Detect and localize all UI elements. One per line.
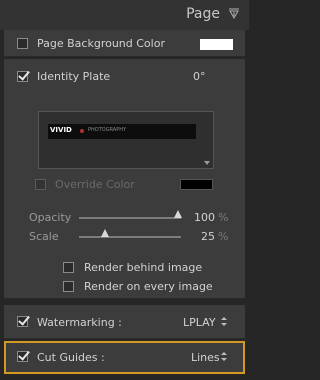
plate-logo-text: VIVID bbox=[50, 126, 72, 134]
scale-slider-track[interactable] bbox=[79, 236, 181, 238]
opacity-slider-track[interactable] bbox=[79, 217, 181, 219]
opacity-value[interactable]: 100 bbox=[194, 211, 215, 224]
opacity-unit: % bbox=[218, 211, 229, 224]
page-background-section: Page Background Color bbox=[4, 30, 245, 57]
panel-title: Page bbox=[186, 6, 220, 22]
watermarking-section: Watermarking : LPLAY bbox=[4, 305, 245, 339]
page-background-color-swatch[interactable] bbox=[200, 39, 233, 50]
scale-value[interactable]: 25 bbox=[201, 230, 215, 243]
override-color-checkbox[interactable] bbox=[35, 179, 46, 190]
override-color-swatch[interactable] bbox=[180, 179, 213, 190]
opacity-label: Opacity bbox=[29, 211, 72, 224]
identity-plate-section: Identity Plate 0° VIVID PHOTOGRAPHY Over… bbox=[4, 59, 245, 299]
override-color-label: Override Color bbox=[55, 178, 135, 191]
scale-unit: % bbox=[218, 230, 229, 243]
render-behind-label: Render behind image bbox=[84, 261, 203, 274]
page-background-checkbox[interactable] bbox=[17, 38, 28, 49]
render-behind-checkbox[interactable] bbox=[63, 262, 74, 273]
identity-plate-angle[interactable]: 0° bbox=[193, 70, 206, 83]
identity-plate-checkbox[interactable] bbox=[17, 71, 28, 82]
identity-plate-preview[interactable]: VIVID PHOTOGRAPHY bbox=[38, 111, 214, 169]
plate-subtitle-text: PHOTOGRAPHY bbox=[88, 127, 127, 133]
collapse-triangle-icon[interactable] bbox=[228, 8, 240, 20]
watermarking-dropdown-icon[interactable] bbox=[220, 316, 228, 327]
identity-plate-label: Identity Plate bbox=[37, 70, 111, 83]
scale-slider-thumb[interactable] bbox=[101, 229, 109, 237]
render-every-checkbox[interactable] bbox=[63, 281, 74, 292]
cut-guides-dropdown-icon[interactable] bbox=[220, 351, 228, 362]
page-background-label: Page Background Color bbox=[37, 37, 165, 50]
render-every-label: Render on every image bbox=[84, 280, 213, 293]
scale-label: Scale bbox=[29, 230, 59, 243]
cut-guides-value[interactable]: Lines bbox=[191, 351, 220, 364]
watermarking-value[interactable]: LPLAY bbox=[183, 316, 216, 329]
cut-guides-section: Cut Guides : Lines bbox=[4, 341, 245, 374]
watermarking-label: Watermarking : bbox=[37, 316, 122, 329]
identity-plate-image: VIVID PHOTOGRAPHY bbox=[48, 124, 196, 139]
plate-menu-arrow-icon[interactable] bbox=[204, 161, 210, 165]
watermarking-checkbox[interactable] bbox=[17, 316, 28, 327]
opacity-slider-thumb[interactable] bbox=[174, 210, 182, 218]
plate-logo-icon bbox=[80, 129, 84, 133]
panel-header[interactable]: Page bbox=[0, 0, 249, 30]
cut-guides-checkbox[interactable] bbox=[17, 351, 28, 362]
cut-guides-label: Cut Guides : bbox=[37, 351, 105, 364]
